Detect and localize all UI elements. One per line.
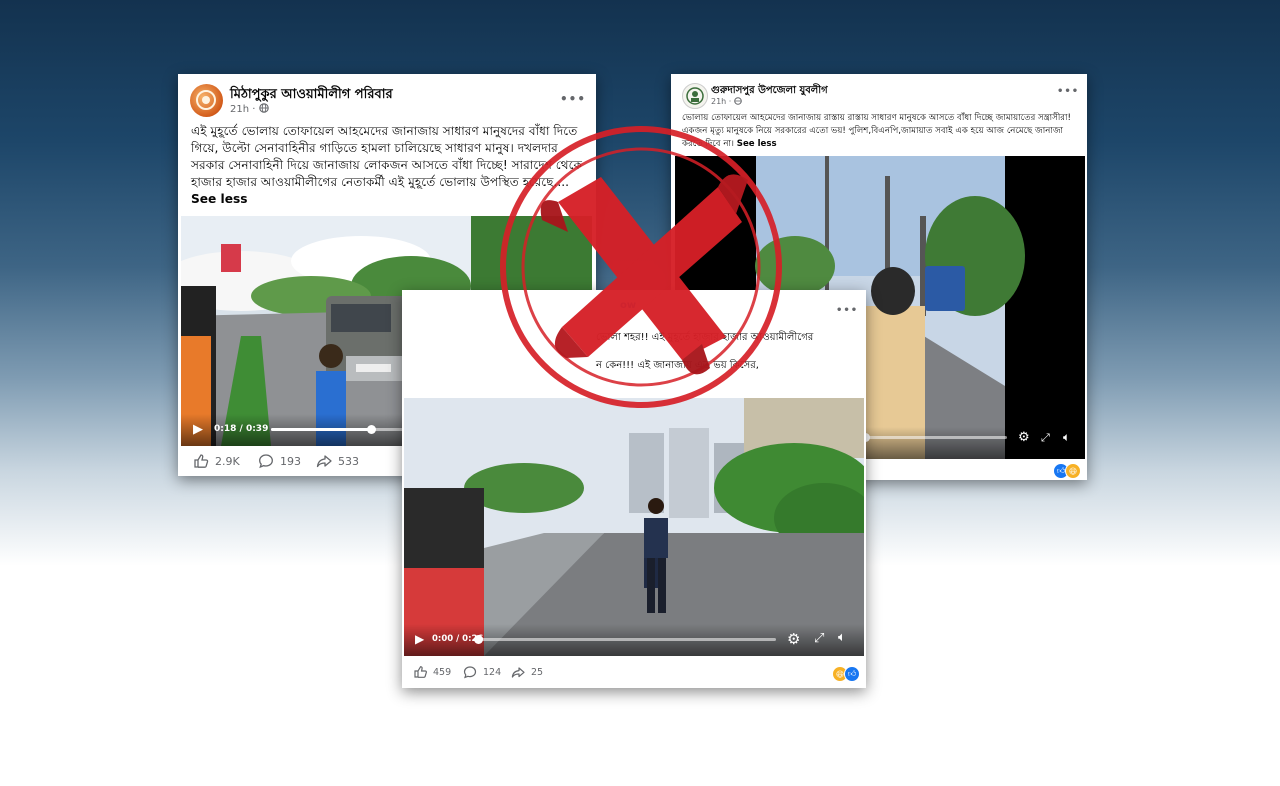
comment-count: 193 [280,454,301,468]
share-count: 25 [531,666,544,678]
thumbs-up-icon [414,666,427,678]
share-arrow-icon [511,667,525,678]
post-text: এই মুহূর্তে ভোলায় তোফায়েল আহমেদের জানা… [191,123,589,208]
like-reaction-icon: 👍︎ [844,666,860,682]
comment-button[interactable]: 193 [258,453,301,469]
reactions-summary[interactable]: 👍︎ 😆︎ [1053,463,1081,479]
gear-icon[interactable]: ⚙ [1018,430,1030,445]
gear-icon[interactable]: ⚙ [787,630,800,648]
like-count: 459 [433,666,452,678]
like-count: 2.9K [215,454,240,468]
expand-icon[interactable]: ⤢ [814,631,824,646]
speaker-icon[interactable]: 🔈︎ [838,630,846,645]
globe-icon [258,103,269,113]
video-progress-track[interactable] [474,635,776,644]
comment-count: 124 [483,666,502,678]
thumbs-up-icon [194,454,209,468]
post-time[interactable]: 21h · [711,97,742,106]
comment-bubble-icon [463,666,477,679]
more-options-icon[interactable]: ••• [1057,86,1079,97]
video-time: 0:18 / 0:39 [214,424,269,434]
share-button[interactable]: 25 [511,665,543,679]
video-progress-knob[interactable] [474,635,483,644]
video-progress-track[interactable] [861,433,1007,442]
post-text-line-2: ন কেন!!! এই জানাজায় এত ভয় কিসের, [596,360,759,371]
post-text-line-1: ভোলা শহর!! এই মুহূর্তে হাজার হাজার আওয়া… [596,332,814,343]
haha-reaction-icon: 😆︎ [1065,463,1081,479]
share-count: 533 [338,454,359,468]
see-less-link[interactable]: See less [737,139,777,149]
post-actions: 459 124 25 😆︎ 👍︎ [402,658,866,688]
like-button[interactable]: 459 [413,665,451,679]
comment-button[interactable]: 124 [463,665,501,679]
follow-link[interactable]: ow [620,300,636,311]
see-less-link[interactable]: See less [191,192,248,206]
avatar-logo-icon [196,90,216,110]
page-avatar[interactable] [682,83,708,109]
globe-icon [734,97,742,105]
more-options-icon[interactable]: ••• [836,305,858,316]
speaker-icon[interactable]: 🔈︎ [1063,430,1070,445]
video-progress-fill [271,428,372,431]
video-player[interactable]: ▶ 0:00 / 0:26 ⚙ ⤢ 🔈︎ [404,398,864,656]
expand-icon[interactable]: ⤢ [1041,431,1050,445]
video-progress-knob[interactable] [367,425,377,434]
post-time-label: 21h [230,104,250,115]
page-avatar[interactable] [190,84,223,117]
comment-bubble-icon [259,454,273,469]
avatar-logo-icon [686,87,704,105]
play-icon[interactable]: ▶ [193,422,203,437]
more-options-icon[interactable]: ••• [560,92,586,106]
post-body: এই মুহূর্তে ভোলায় তোফায়েল আহমেদের জানা… [191,124,583,189]
share-arrow-icon [316,455,332,468]
like-button[interactable]: 2.9K [193,453,240,469]
play-icon[interactable]: ▶ [415,632,424,646]
video-frame [404,398,864,656]
post-card-bhola: ow ••• ভোলা শহর!! এই মুহূর্তে হাজার হাজা… [402,290,866,688]
post-time-label: 21h [711,97,727,106]
video-controls: ▶ 0:00 / 0:26 ⚙ ⤢ 🔈︎ [404,624,864,656]
post-time[interactable]: 21h · [230,103,269,115]
post-text: ভোলায় তোফায়েল আহমেদের জানাজায় রাস্তায… [682,112,1080,151]
share-button[interactable]: 533 [316,453,359,469]
reactions-summary[interactable]: 😆︎ 👍︎ [832,666,860,682]
